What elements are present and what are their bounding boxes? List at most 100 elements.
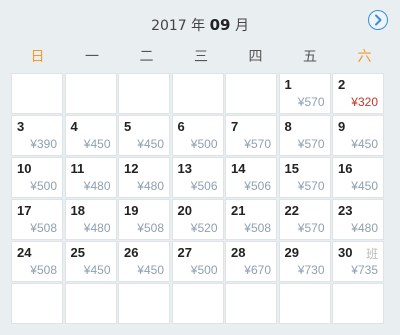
price-label: ¥480: [83, 220, 111, 235]
weekday-sun: 日: [30, 49, 45, 65]
calendar-day-cell[interactable]: 16 ¥450: [332, 157, 384, 198]
next-month-button[interactable]: [368, 10, 388, 30]
day-number: 12: [124, 161, 139, 176]
calendar-cell-empty: [64, 73, 117, 114]
price-label: ¥670: [244, 262, 271, 277]
price-label: ¥480: [351, 220, 378, 235]
day-number: 1: [284, 77, 292, 92]
day-number: 10: [17, 161, 32, 176]
calendar-day-cell[interactable]: 14 ¥506: [225, 157, 277, 198]
calendar-cell-empty: [171, 73, 224, 114]
price-label: ¥390: [30, 136, 57, 151]
weekday-sat: 六: [357, 49, 372, 65]
calendar-cell-empty: [118, 73, 170, 114]
price-label: ¥730: [297, 262, 325, 277]
calendar-day-cell[interactable]: 2 ¥320: [332, 73, 384, 114]
calendar-day-cell[interactable]: 8 ¥570: [278, 115, 331, 156]
price-label: ¥450: [351, 136, 378, 151]
calendar-day-cell[interactable]: 11 ¥480: [64, 157, 117, 198]
price-label: ¥570: [297, 178, 325, 193]
calendar-cell-empty: [64, 283, 117, 324]
calendar-day-cell[interactable]: 30 ¥735 班: [332, 241, 384, 282]
calendar-day-cell[interactable]: 21 ¥508: [225, 199, 277, 240]
price-label: ¥520: [190, 220, 218, 235]
day-number: 19: [124, 203, 139, 218]
calendar-header: 2017 年 09 月: [0, 0, 400, 44]
calendar-cell-empty: [171, 283, 224, 324]
price-label: ¥480: [137, 178, 164, 193]
day-number: 18: [70, 203, 85, 218]
price-label: ¥570: [297, 94, 325, 109]
calendar-day-cell[interactable]: 28 ¥670: [225, 241, 277, 282]
calendar-day-cell[interactable]: 3 ¥390: [11, 115, 63, 156]
price-label: ¥450: [83, 262, 111, 277]
day-number: 9: [338, 119, 346, 134]
calendar-day-cell[interactable]: 17 ¥508: [11, 199, 63, 240]
calendar-day-cell[interactable]: 20 ¥520: [171, 199, 224, 240]
price-label: ¥570: [297, 136, 325, 151]
day-number: 29: [284, 245, 299, 260]
day-number: 21: [231, 203, 246, 218]
calendar-day-cell[interactable]: 13 ¥506: [171, 157, 224, 198]
chevron-right-circle-icon: [375, 14, 382, 26]
price-label: ¥570: [244, 136, 271, 151]
price-label: ¥506: [190, 178, 218, 193]
calendar-day-cell[interactable]: 7 ¥570: [225, 115, 277, 156]
lowest-price-label: ¥320: [351, 94, 378, 109]
calendar-cell-empty: [278, 283, 331, 324]
weekday-header-row: 日 一 二 三 四 五 六: [11, 46, 389, 68]
workday-tag: 班: [365, 247, 378, 261]
calendar-day-cell[interactable]: 12 ¥480: [118, 157, 170, 198]
price-label: ¥508: [30, 220, 57, 235]
price-label: ¥735: [351, 262, 378, 277]
price-label: ¥500: [190, 262, 218, 277]
price-label: ¥500: [30, 178, 57, 193]
calendar-day-cell[interactable]: 1 ¥570: [278, 73, 331, 114]
calendar-day-cell[interactable]: 5 ¥450: [118, 115, 170, 156]
calendar-day-cell[interactable]: 10 ¥500: [11, 157, 63, 198]
day-number: 27: [177, 245, 192, 260]
calendar-day-cell[interactable]: 19 ¥508: [118, 199, 170, 240]
price-label: ¥508: [137, 220, 164, 235]
price-label: ¥570: [297, 220, 325, 235]
year-suffix: 年: [191, 18, 206, 34]
price-label: ¥506: [244, 178, 271, 193]
day-number: 15: [284, 161, 299, 176]
day-number: 30: [338, 245, 353, 260]
month-title: 2017 年 09 月: [0, 15, 400, 35]
calendar-day-cell[interactable]: 25 ¥450: [64, 241, 117, 282]
calendar-day-cell[interactable]: 27 ¥500: [171, 241, 224, 282]
day-number: 20: [177, 203, 192, 218]
price-label: ¥450: [137, 262, 164, 277]
day-number: 24: [17, 245, 32, 260]
day-number: 13: [177, 161, 192, 176]
day-number: 6: [177, 119, 185, 134]
day-number: 26: [124, 245, 139, 260]
calendar-day-cell[interactable]: 29 ¥730: [278, 241, 331, 282]
month-suffix: 月: [234, 18, 249, 34]
calendar-day-cell[interactable]: 24 ¥508: [11, 241, 63, 282]
calendar-day-cell[interactable]: 26 ¥450: [118, 241, 170, 282]
calendar-day-cell[interactable]: 18 ¥480: [64, 199, 117, 240]
day-number: 23: [338, 203, 353, 218]
month-label: 09: [209, 16, 231, 34]
calendar-cell-empty: [332, 283, 384, 324]
calendar-day-cell[interactable]: 9 ¥450: [332, 115, 384, 156]
weekday-tue: 二: [139, 49, 154, 65]
day-number: 3: [17, 119, 25, 134]
weekday-fri: 五: [303, 49, 317, 65]
calendar-day-cell[interactable]: 22 ¥570: [278, 199, 331, 240]
calendar-cell-empty: [11, 73, 63, 114]
calendar-day-cell[interactable]: 15 ¥570: [278, 157, 331, 198]
day-number: 22: [284, 203, 299, 218]
day-number: 25: [70, 245, 85, 260]
price-label: ¥508: [30, 262, 57, 277]
calendar-day-cell[interactable]: 23 ¥480: [332, 199, 384, 240]
price-label: ¥450: [351, 178, 378, 193]
day-number: 8: [284, 119, 292, 134]
weekday-mon: 一: [85, 49, 99, 65]
calendar-day-cell[interactable]: 4 ¥450: [64, 115, 117, 156]
day-number: 11: [70, 161, 85, 176]
price-label: ¥450: [83, 136, 111, 151]
calendar-day-cell[interactable]: 6 ¥500: [171, 115, 224, 156]
